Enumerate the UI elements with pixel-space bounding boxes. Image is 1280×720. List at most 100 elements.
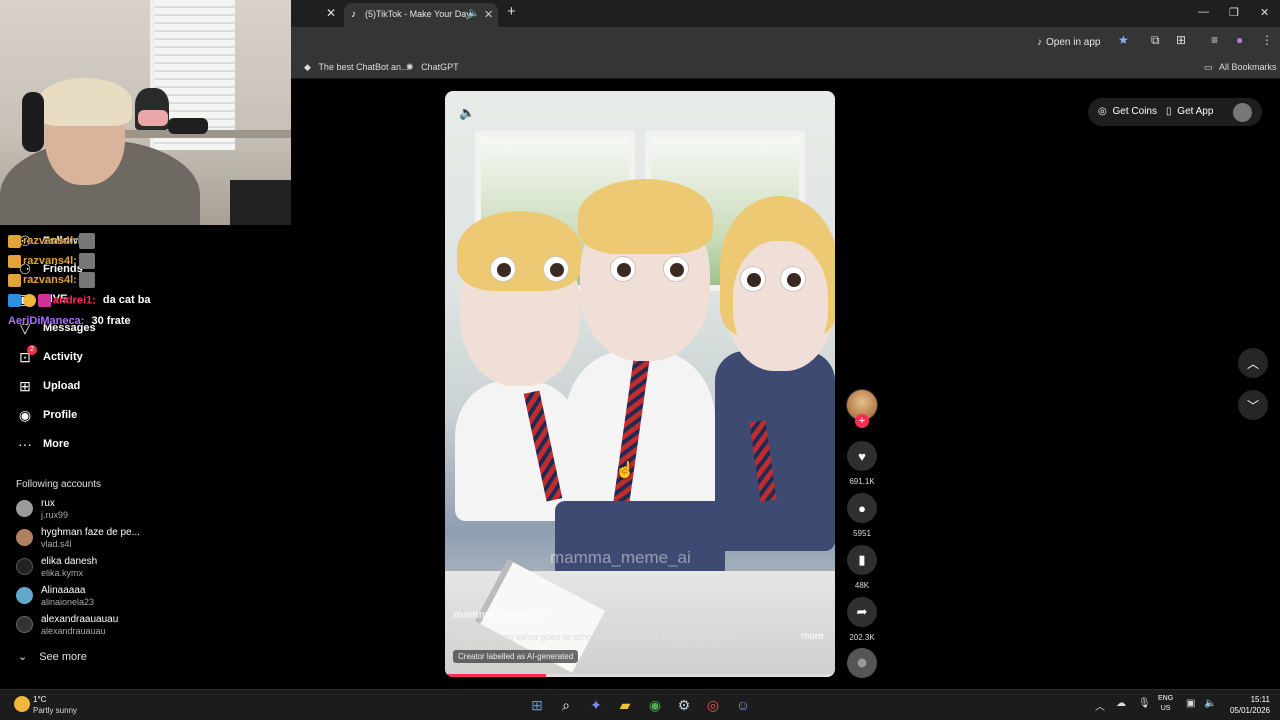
folder-icon: ▭ — [1204, 62, 1213, 72]
language-indicator[interactable]: ENG US — [1158, 694, 1173, 714]
weather-icon[interactable] — [14, 696, 30, 712]
tab-tiktok[interactable]: ♪ (5)TikTok - Make Your Day 🔈 ✕ — [344, 3, 498, 27]
volume-icon[interactable]: 🔈 — [1204, 698, 1216, 709]
account-name: Alinaaaaa — [41, 585, 86, 596]
obs-icon[interactable]: ◎ — [704, 696, 722, 714]
share-count: 202.3K — [849, 633, 875, 642]
tray-cloud-icon[interactable]: ☁ — [1116, 698, 1126, 709]
avatar — [16, 529, 33, 546]
chrome-icon[interactable]: ◉ — [646, 696, 664, 714]
chat-badge-icon — [8, 273, 21, 287]
restore-icon[interactable]: ❐ — [1229, 6, 1239, 19]
avatar — [16, 587, 33, 604]
all-bookmarks[interactable]: ▭ All Bookmarks — [1204, 62, 1277, 73]
chevron-down-icon: ⌄ — [18, 651, 28, 663]
chat-user: razvans4l: — [23, 254, 77, 267]
account-handle: alexandrauauau — [41, 626, 106, 636]
discord-icon[interactable]: ☺ — [734, 696, 752, 714]
chat-emote-icon — [78, 233, 95, 249]
avatar[interactable] — [1233, 103, 1252, 122]
tray-mic-icon[interactable]: 🎙 — [1138, 698, 1151, 709]
chat-emote-icon — [78, 272, 95, 288]
start-icon[interactable]: ⊞ — [528, 696, 546, 714]
kid-pinafore — [715, 351, 835, 551]
volume-icon[interactable]: 🔈 — [459, 105, 475, 121]
network-icon[interactable]: ▣ — [1186, 698, 1195, 709]
clock[interactable]: 15:11 05/01/2026 — [1218, 694, 1270, 716]
steam-icon[interactable]: ⚙ — [675, 696, 693, 714]
window-close-icon[interactable]: ✕ — [1260, 6, 1269, 19]
music-disc-icon[interactable] — [847, 648, 877, 678]
webcam-overlay — [0, 0, 291, 225]
extension-icon[interactable]: ⧉ — [1151, 33, 1160, 48]
get-coins-label: Get Coins — [1112, 106, 1157, 117]
browser-toolbar — [291, 27, 1280, 57]
menu-dots-icon[interactable]: ⋮ — [1261, 33, 1273, 47]
sidebar-item-label: Upload — [43, 380, 81, 392]
tiktok-small-icon: ♪ — [1037, 36, 1042, 48]
puzzle-icon[interactable]: ⊞ — [1176, 33, 1186, 47]
video-author[interactable]: mamma_meme_ai — [453, 609, 548, 621]
next-video-button[interactable]: ﹀ — [1238, 390, 1268, 420]
save-count: 48K — [854, 581, 870, 590]
account-handle: elika.kymx — [41, 568, 84, 578]
prev-tab-close-icon[interactable]: ✕ — [326, 6, 336, 20]
sidebar-item-label: Activity — [43, 351, 83, 363]
minimize-icon[interactable]: — — [1198, 6, 1209, 18]
tab-audio-icon[interactable]: 🔈 — [467, 8, 479, 19]
bookmark-star-icon[interactable]: ★ — [1118, 33, 1129, 47]
like-count: 691.1K — [849, 477, 875, 486]
get-app-button[interactable]: ▯ Get App — [1166, 106, 1213, 117]
new-tab-plus-icon[interactable]: + — [507, 3, 516, 20]
kid-face — [733, 241, 828, 366]
copilot-icon[interactable]: ✦ — [587, 696, 605, 714]
chat-line: razvans4l: — [8, 272, 95, 288]
account-name: hyghman faze de pe... — [41, 527, 140, 538]
lang-line2: US — [1160, 705, 1171, 712]
bookmark-chatbot[interactable]: ◆ The best ChatBot an... — [304, 62, 409, 73]
file-explorer-icon[interactable]: ▰ — [616, 696, 634, 714]
more-options-icon[interactable]: ··· — [805, 103, 822, 119]
chat-line: AeriDiManeca: 30 frate — [8, 315, 131, 327]
caption-more-button[interactable]: more — [801, 631, 824, 642]
sidebar-item-upload[interactable]: ⊞ Upload — [16, 376, 80, 396]
following-accounts-title: Following accounts — [16, 479, 102, 490]
sidebar-item-profile[interactable]: ◉ Profile — [16, 405, 77, 425]
account-handle: vlad.s4l — [41, 539, 72, 549]
comment-button[interactable]: ● — [847, 493, 877, 523]
weather-desc: Partly sunny — [33, 706, 78, 715]
chat-user: razvans4l: — [23, 234, 77, 247]
media-control-icon[interactable]: ≡ — [1211, 33, 1218, 47]
bookmark-label: ChatGPT — [421, 62, 459, 72]
chatgpt-icon: ✺ — [406, 62, 414, 72]
clock-time: 15:11 — [1250, 695, 1270, 704]
sidebar-item-activity[interactable]: ⊡ 2 Activity — [16, 344, 83, 367]
chat-message: da cat ba — [102, 294, 151, 307]
bookmark-chatgpt[interactable]: ✺ ChatGPT — [406, 62, 459, 73]
account-name: alexandraauauau — [41, 614, 119, 625]
sidebar-item-more[interactable]: ··· More — [16, 434, 69, 454]
sidebar-item-label: More — [43, 438, 70, 450]
kid-eye — [663, 256, 689, 282]
get-coins-button[interactable]: ◎ Get Coins — [1098, 106, 1157, 117]
tab-close-icon[interactable]: ✕ — [484, 8, 493, 21]
like-button[interactable]: ♥ — [847, 441, 877, 471]
tray-chevron-icon[interactable]: ︿ — [1095, 698, 1105, 713]
profile-icon[interactable]: ● — [1236, 33, 1243, 47]
share-button[interactable]: ➦ — [847, 597, 877, 627]
chevron-down-icon: ﹀ — [1246, 398, 1259, 413]
follow-plus-icon[interactable]: + — [855, 414, 869, 428]
kid-hair — [578, 179, 713, 254]
phone-icon: ▯ — [1166, 106, 1172, 117]
chevron-up-icon: ︿ — [1246, 356, 1259, 371]
chat-user: andrei1: — [53, 294, 96, 307]
save-button[interactable]: ▮ — [847, 545, 877, 575]
tiktok-icon: ♪ — [351, 9, 356, 20]
see-more-button[interactable]: ⌄ See more — [18, 650, 87, 663]
previous-video-button[interactable]: ︿ — [1238, 348, 1268, 378]
search-icon[interactable]: ⌕ — [557, 696, 575, 714]
profile-avatar-icon: ◉ — [18, 406, 32, 423]
video-player[interactable]: mamma_meme_ai mamma_meme_ai Tung tung tu… — [445, 91, 835, 677]
open-in-app-button[interactable]: ♪ Open in app — [1037, 33, 1101, 51]
video-progress-bar[interactable] — [445, 674, 835, 677]
